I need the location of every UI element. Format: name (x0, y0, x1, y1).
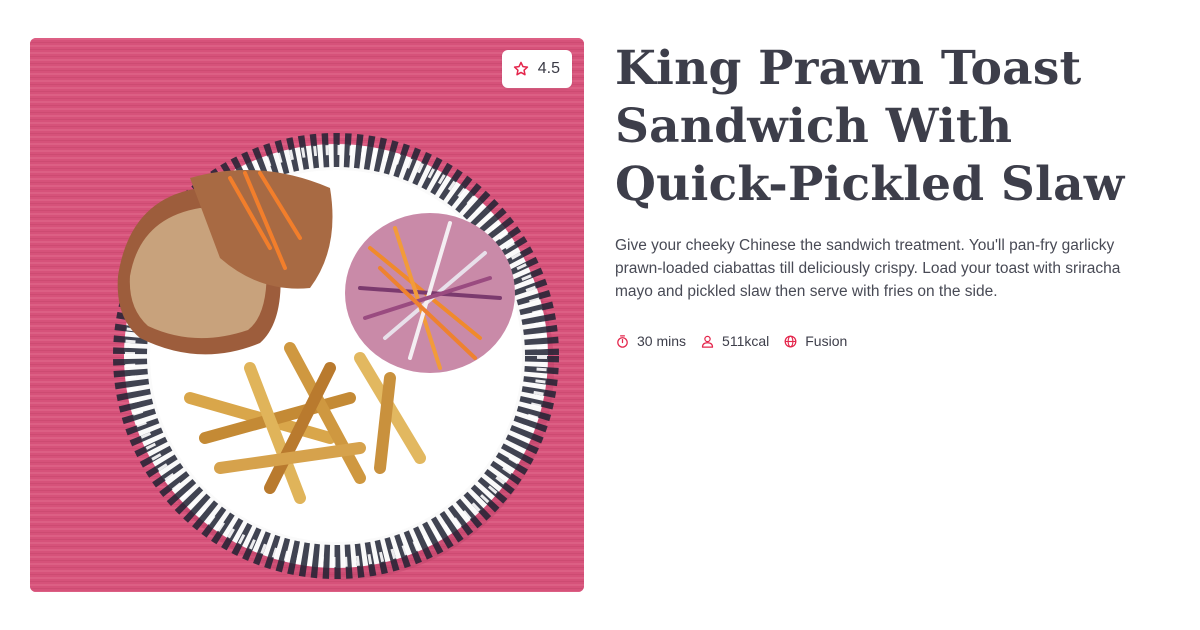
meta-cuisine: Fusion (783, 333, 847, 349)
meta-calories-label: 511kcal (722, 333, 770, 349)
stopwatch-icon (617, 334, 628, 348)
dish-illustration (30, 38, 584, 592)
meta-cuisine-label: Fusion (805, 333, 848, 349)
star-icon (513, 61, 528, 76)
meta-time: 30 mins (615, 333, 686, 349)
rating-badge: 4.5 (501, 50, 572, 88)
recipe-photo[interactable]: 4.5 (30, 38, 584, 592)
person-icon (701, 335, 714, 348)
meta-time-label: 30 mins (637, 333, 687, 349)
recipe-description: Give your cheeky Chinese the sandwich tr… (615, 237, 1121, 300)
globe-icon (784, 335, 797, 347)
recipe-meta: 30 mins 511kcal Fusion (615, 333, 1175, 349)
meta-calories: 511kcal (700, 333, 769, 349)
recipe-title: King Prawn Toast Sandwich With Quick-Pic… (615, 41, 1125, 212)
rating-value: 4.5 (537, 60, 560, 77)
recipe-info: King Prawn Toast Sandwich With Quick-Pic… (615, 40, 1175, 349)
